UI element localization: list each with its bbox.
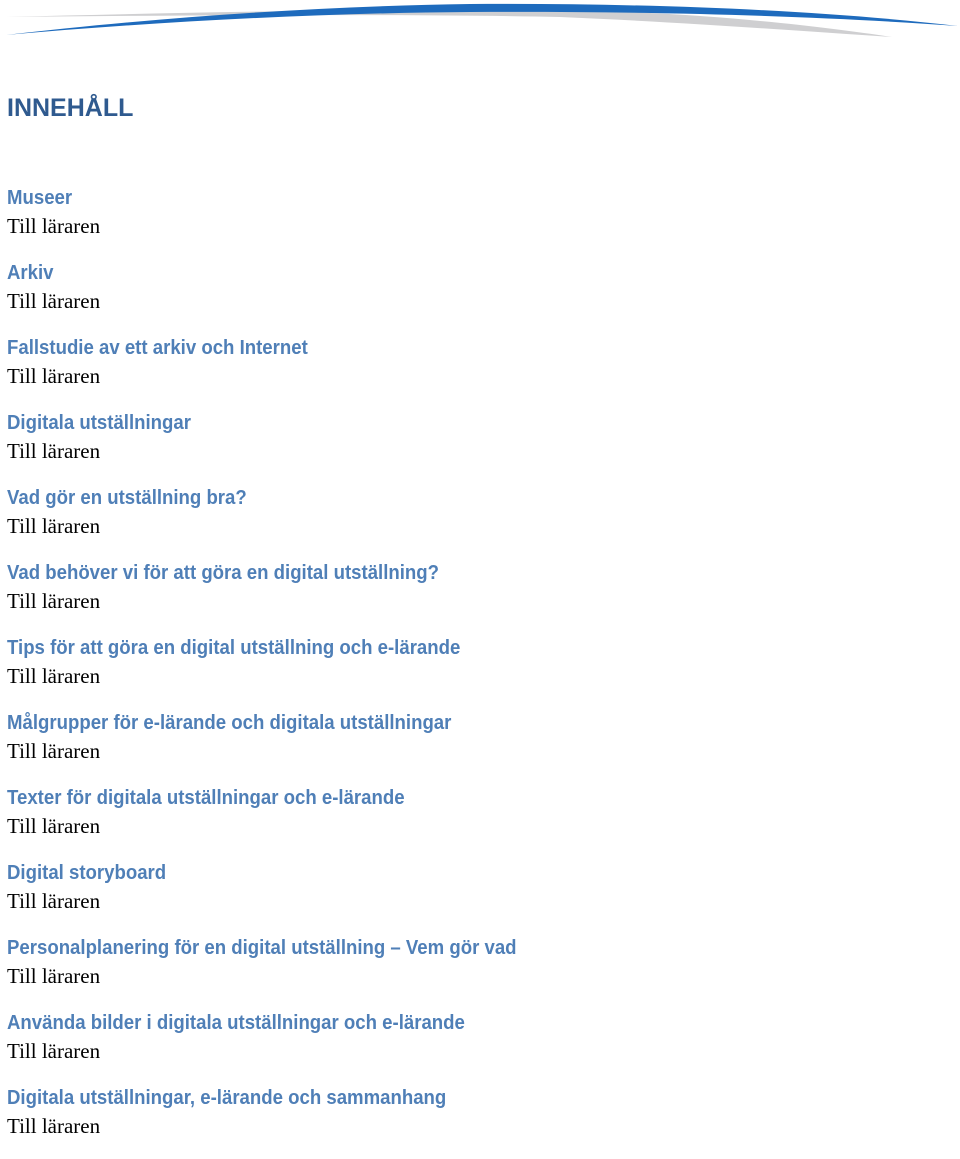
toc-entry-sammanhang: Digitala utställningar, e-lärande och sa… (7, 1084, 555, 1159)
toc-subentry-link[interactable]: Till läraren (7, 662, 555, 690)
toc-entry-vad-gor-bra: Vad gör en utställning bra? Till läraren (7, 484, 555, 559)
toc-heading-link[interactable]: Fallstudie av ett arkiv och Internet (7, 334, 517, 362)
toc-heading-link[interactable]: Texter för digitala utställningar och e-… (7, 784, 517, 812)
toc-entry-fallstudie: Fallstudie av ett arkiv och Internet Til… (7, 334, 555, 409)
toc-subentry-link[interactable]: Till läraren (7, 1037, 555, 1065)
toc-heading-link[interactable]: Personalplanering för en digital utställ… (7, 934, 517, 962)
toc-entry-anvanda-bilder: Använda bilder i digitala utställningar … (7, 1009, 555, 1084)
toc-heading-link[interactable]: Målgrupper för e-lärande och digitala ut… (7, 709, 517, 737)
toc-entry-personalplanering: Personalplanering för en digital utställ… (7, 934, 555, 1009)
toc-title: INNEHÅLL (7, 94, 134, 122)
toc-heading-link[interactable]: Digitala utställningar (7, 409, 517, 437)
toc-entry-malgrupper: Målgrupper för e-lärande och digitala ut… (7, 709, 555, 784)
toc-subentry-link[interactable]: Till läraren (7, 962, 555, 990)
toc-subentry-link[interactable]: Till läraren (7, 512, 555, 540)
toc-entry-arkiv: Arkiv Till läraren (7, 259, 555, 334)
toc-entry-texter: Texter för digitala utställningar och e-… (7, 784, 555, 859)
toc-heading-link[interactable]: Vad gör en utställning bra? (7, 484, 517, 512)
toc-entry-digitala-utstallningar: Digitala utställningar Till läraren (7, 409, 555, 484)
toc-heading-link[interactable]: Digitala utställningar, e-lärande och sa… (7, 1084, 517, 1112)
toc-heading-link[interactable]: Vad behöver vi för att göra en digital u… (7, 559, 517, 587)
toc-heading-link[interactable]: Museer (7, 184, 517, 212)
toc-subentry-link[interactable]: Till läraren (7, 737, 555, 765)
toc-heading-link[interactable]: Tips för att göra en digital utställning… (7, 634, 517, 662)
header-swoosh-decoration (6, 3, 958, 37)
toc-subentry-link[interactable]: Till läraren (7, 812, 555, 840)
toc-heading-link[interactable]: Använda bilder i digitala utställningar … (7, 1009, 517, 1037)
toc-subentry-link[interactable]: Till läraren (7, 287, 555, 315)
toc-subentry-link[interactable]: Till läraren (7, 437, 555, 465)
toc-heading-link[interactable]: Digital storyboard (7, 859, 517, 887)
toc-entry-storyboard: Digital storyboard Till läraren (7, 859, 555, 934)
toc-subentry-link[interactable]: Till läraren (7, 587, 555, 615)
toc-subentry-link[interactable]: Till läraren (7, 887, 555, 915)
toc-subentry-link[interactable]: Till läraren (7, 362, 555, 390)
toc-subentry-link[interactable]: Till läraren (7, 212, 555, 240)
toc-entry-museer: Museer Till läraren (7, 184, 555, 259)
toc-entry-vad-behover-vi: Vad behöver vi för att göra en digital u… (7, 559, 555, 634)
toc-entry-tips: Tips för att göra en digital utställning… (7, 634, 555, 709)
table-of-contents: Museer Till läraren Arkiv Till läraren F… (7, 184, 555, 1159)
toc-heading-link[interactable]: Arkiv (7, 259, 517, 287)
